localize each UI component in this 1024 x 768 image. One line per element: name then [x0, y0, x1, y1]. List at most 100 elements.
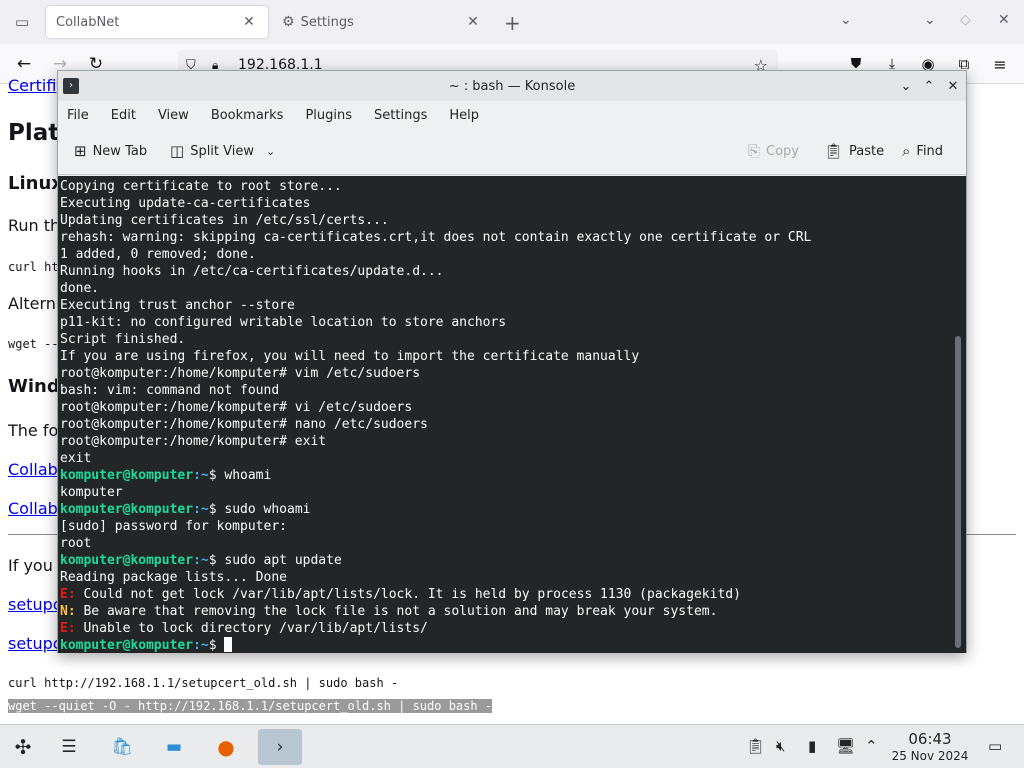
split-view-label: Split View [190, 143, 254, 159]
minimize-icon[interactable]: ⌄ [896, 76, 916, 96]
clipboard-icon[interactable]: 📋︎ [746, 737, 765, 755]
terminal-app-icon[interactable]: › [63, 78, 79, 94]
menu-view[interactable]: View [158, 108, 189, 123]
linux-heading: Linux [8, 173, 63, 194]
collabnet-link-2[interactable]: Collab [8, 499, 58, 518]
terminal-line: done. [60, 281, 100, 296]
system-settings-icon[interactable]: ☰ [50, 729, 88, 765]
konsole-menu-bar: File Edit View Bookmarks Plugins Setting… [58, 101, 966, 129]
close-window-icon[interactable]: ✕ [998, 12, 1010, 28]
terminal-line: If you are using firefox, you will need … [60, 349, 640, 364]
maximize-icon[interactable]: ⌃ [919, 76, 939, 96]
terminal-line: Reading package lists... Done [60, 570, 287, 585]
browser-tab-bar: ▭ CollabNet ✕ ⚙ Settings ✕ + ⌄ ⌄ ◇ ✕ [0, 0, 1024, 44]
back-icon[interactable]: ← [12, 52, 36, 76]
terminal-line: root@komputer:/home/komputer# nano /etc/… [60, 417, 428, 432]
volume-muted-icon[interactable]: 🔇︎ [776, 737, 785, 755]
network-icon[interactable]: 🖥︎ [836, 737, 855, 755]
terminal-line: komputer@komputer:~$ whoami [60, 468, 272, 483]
clock[interactable]: 06:43 25 Nov 2024 [888, 731, 972, 764]
app-launcher-icon[interactable]: ✣ [4, 729, 42, 765]
certificate-link[interactable]: Certifi [8, 76, 56, 95]
menu-plugins[interactable]: Plugins [305, 108, 352, 123]
close-tab-icon[interactable]: ✕ [240, 14, 258, 30]
new-tab-icon[interactable]: + [504, 11, 521, 35]
usb-device-icon[interactable]: ▮ [808, 737, 816, 755]
terminal-line: root@komputer:/home/komputer# exit [60, 434, 327, 449]
tab-list-icon: ▭ [14, 13, 30, 31]
find-label: Find [916, 143, 944, 159]
terminal-line: Executing update-ca-certificates [60, 196, 311, 211]
terminal-line: root@komputer:/home/komputer# vi /etc/su… [60, 400, 413, 415]
paste-button[interactable]: 📋︎ Paste [824, 142, 884, 160]
copy-label: Copy [766, 143, 799, 159]
collabnet-link-1[interactable]: Collab [8, 460, 58, 479]
split-view-button[interactable]: ◫ Split View ⌄ [170, 142, 275, 160]
terminal-line: root [60, 536, 92, 551]
new-tab-icon: ⊞ [74, 142, 87, 160]
konsole-toolbar: ⊞ New Tab ◫ Split View ⌄ ⎘ Copy 📋︎ Paste… [58, 129, 966, 175]
clock-date: 25 Nov 2024 [891, 749, 969, 763]
minimize-window-icon[interactable]: ⌄ [924, 12, 936, 28]
windows-heading: Wind [8, 376, 60, 397]
chevron-up-icon[interactable]: ⌃ [865, 737, 878, 755]
close-tab-icon[interactable]: ✕ [464, 14, 482, 30]
platform-heading: Plat [8, 120, 60, 146]
terminal-error-line: E: Unable to lock directory /var/lib/apt… [60, 621, 428, 636]
chevron-down-icon[interactable]: ⌄ [266, 145, 275, 158]
menu-settings[interactable]: Settings [374, 108, 427, 123]
terminal-error-line: E: Could not get lock /var/lib/apt/lists… [60, 587, 741, 602]
terminal-prompt-line: komputer@komputer:~$ [60, 637, 966, 653]
discover-store-icon[interactable]: 🛍︎ [103, 729, 141, 765]
tab-title: Settings [300, 14, 354, 30]
tab-settings[interactable]: ⚙ Settings ✕ [272, 6, 492, 38]
copy-button[interactable]: ⎘ Copy [748, 142, 799, 160]
curl-command: curl http://192.168.1.1/setupcert_old.sh… [8, 676, 399, 690]
terminal-line: komputer@komputer:~$ sudo whoami [60, 502, 311, 517]
paste-icon: 📋︎ [824, 142, 844, 160]
firefox-icon[interactable]: ● [207, 729, 245, 765]
terminal-scrollbar[interactable] [955, 336, 961, 648]
setupcert-link-2[interactable]: setupc [8, 634, 62, 653]
chevron-down-icon[interactable]: ⌄ [840, 12, 852, 28]
curl-command-partial: curl ht [8, 260, 59, 274]
terminal-line: Executing trust anchor --store [60, 298, 295, 313]
terminal-line: [sudo] password for komputer: [60, 519, 287, 534]
gear-icon: ⚙ [282, 14, 295, 30]
maximize-window-icon[interactable]: ◇ [960, 12, 971, 28]
terminal-cursor [224, 637, 233, 652]
konsole-title-bar[interactable]: › ~ : bash — Konsole ⌄ ⌃ ✕ [58, 71, 966, 101]
wget-command-partial: wget -- [8, 337, 59, 351]
menu-icon[interactable]: ≡ [988, 52, 1012, 76]
terminal-line: Script finished. [60, 332, 186, 347]
wget-command-selected: wget --quiet -O - http://192.168.1.1/set… [8, 699, 493, 713]
tab-list-button[interactable]: ▭ [0, 0, 44, 44]
menu-file[interactable]: File [67, 108, 89, 123]
find-button[interactable]: ⌕ Find [902, 142, 943, 160]
konsole-taskbar-icon[interactable]: › [258, 729, 302, 765]
setupcert-link-1[interactable]: setupc [8, 595, 62, 614]
terminal-line: 1 added, 0 removed; done. [60, 247, 256, 262]
terminal-line: root@komputer:/home/komputer# vim /etc/s… [60, 366, 421, 381]
terminal-output[interactable]: Copying certificate to root store... Exec… [58, 176, 966, 653]
file-manager-icon[interactable]: ▬ [155, 729, 193, 765]
new-tab-label: New Tab [92, 143, 148, 159]
paste-label: Paste [849, 143, 885, 159]
terminal-line: Copying certificate to root store... [60, 179, 342, 194]
terminal-line: exit [60, 451, 92, 466]
show-desktop-icon[interactable]: ▭ [988, 737, 1002, 755]
menu-edit[interactable]: Edit [111, 108, 136, 123]
tab-collabnet[interactable]: CollabNet ✕ [46, 6, 268, 38]
close-icon[interactable]: ✕ [943, 76, 963, 96]
new-tab-button[interactable]: ⊞ New Tab [74, 142, 147, 160]
alternative-text: Altern [8, 294, 56, 313]
terminal-line: komputer [60, 485, 123, 500]
konsole-window: › ~ : bash — Konsole ⌄ ⌃ ✕ File Edit Vie… [57, 70, 967, 653]
if-you-text: If you [8, 556, 53, 575]
menu-bookmarks[interactable]: Bookmarks [211, 108, 284, 123]
terminal-notice-line: N: Be aware that removing the lock file … [60, 604, 718, 619]
clock-time: 06:43 [908, 730, 952, 748]
taskbar: ✣ ☰ 🛍︎ ▬ ● › 📋︎ 🔇︎ ▮ 🖥︎ ⌃ 06:43 25 Nov 2… [0, 724, 1024, 768]
menu-help[interactable]: Help [449, 108, 479, 123]
split-view-icon: ◫ [170, 142, 185, 160]
